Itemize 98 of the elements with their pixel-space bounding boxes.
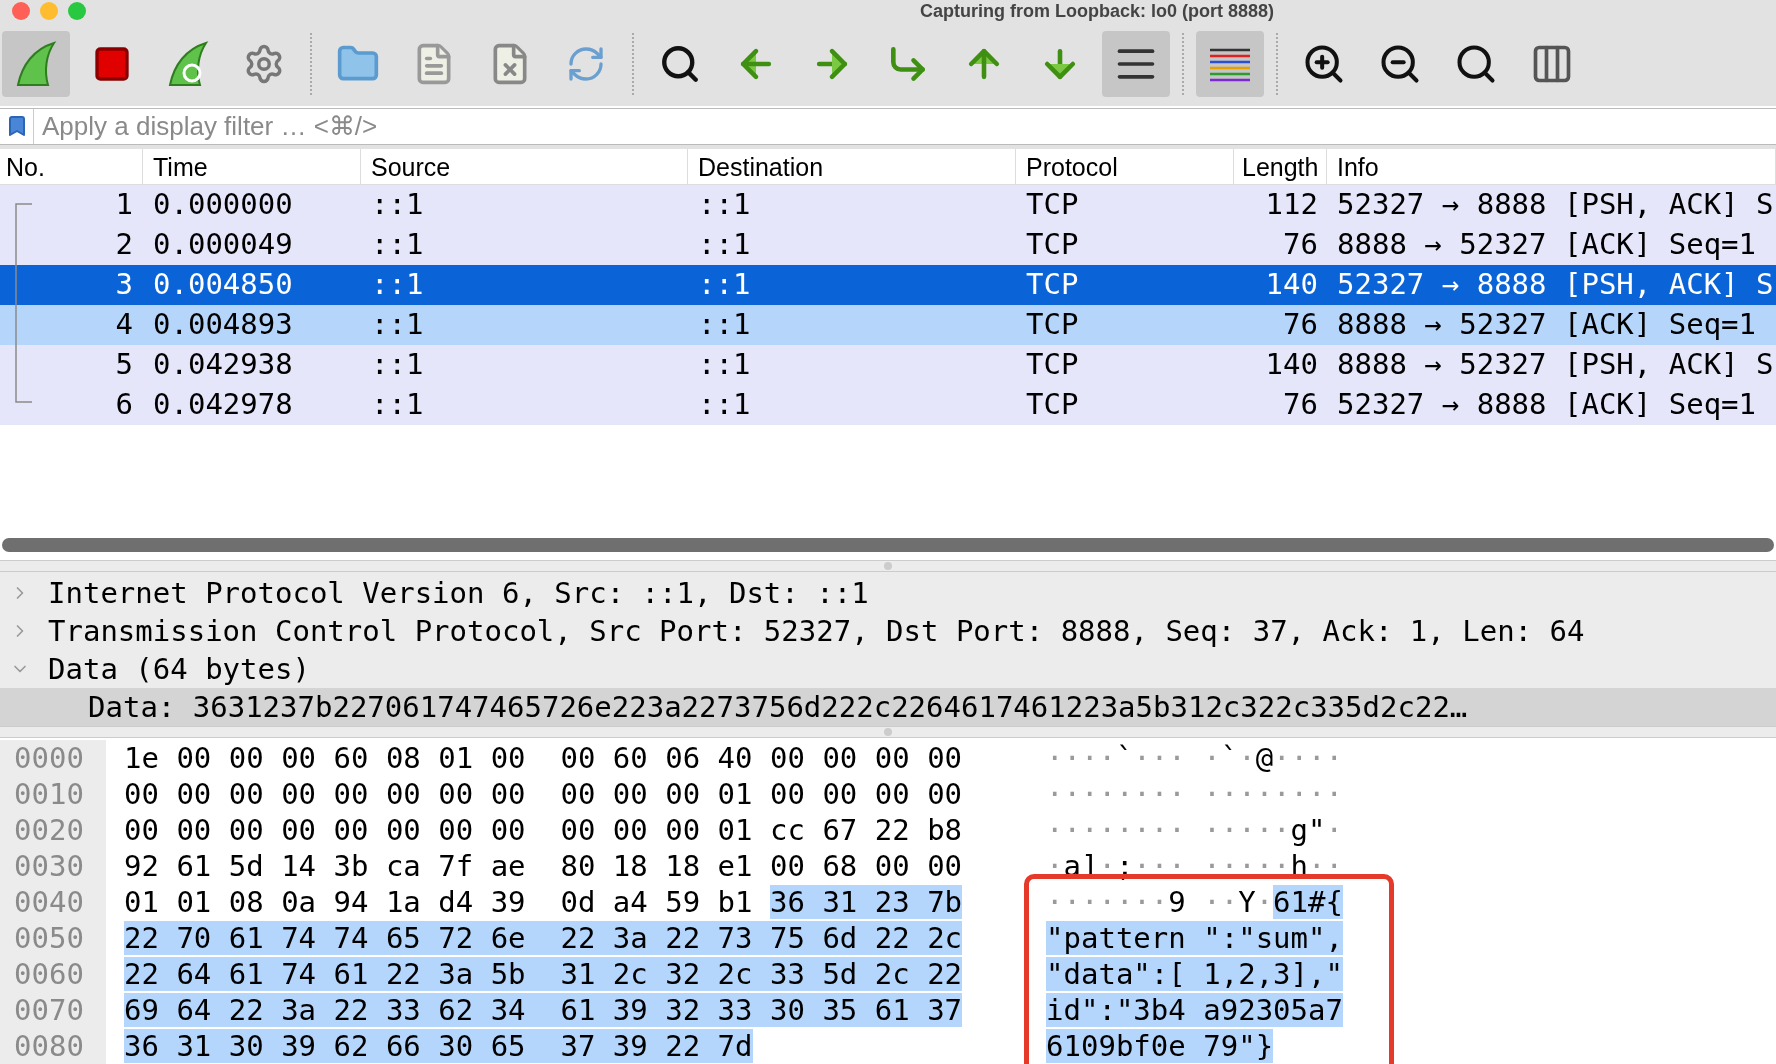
table-cell-text: 4 [114,306,134,344]
table-cell-text: ::1 [697,186,752,224]
table-cell-text: 140 [1264,266,1319,304]
offset-label: 0060 [14,956,85,992]
display-filter-field[interactable]: Apply a display filter … <⌘/> [34,108,1776,145]
ascii-text: "data":[ 1,2,3]," [1046,956,1343,992]
hex-bytes: 1e 00 00 00 60 08 01 00 00 60 06 40 00 00 00 00 [124,740,963,776]
ascii-text: "pattern ":"sum", [1046,920,1343,956]
column-header[interactable]: Protocol [1016,149,1234,184]
table-cell-text: 52327 → 8888 [PSH, ACK] S [1336,186,1775,224]
tree-item-text: Data (64 bytes) [47,651,310,689]
table-cell-text: TCP [1025,346,1080,384]
table-cell-text: 8888 → 52327 [PSH, ACK] S [1336,346,1775,384]
tree-item[interactable]: Transmission Control Protocol, Src Port: 52327, Dst Port: 8888, Seq: 37, Ack: 1, Len: 64 [0,612,1776,651]
shark-fin-icon [14,40,58,87]
packet-row[interactable]: 1 0.000000 ::1 ::1 TCP 112 52327 → 8888 [PSH, ACK] S [0,185,1776,225]
close-window-icon[interactable] [12,1,30,20]
table-cell-text: ::1 [697,226,752,264]
table-cell-text: ::1 [370,346,425,384]
table-cell-text: 0.042938 [152,346,294,384]
column-header[interactable]: Source [361,149,688,184]
table-cell-text: 0.004850 [152,266,294,304]
window-title: Capturing from Loopback: lo0 (port 8888) [920,0,1275,22]
hex-bytes: 92 61 5d 14 3b ca 7f ae 80 18 18 e1 00 68 00 00 [124,848,963,884]
table-cell-text: 112 [1264,186,1319,224]
table-cell-text: 0.004893 [152,306,294,344]
tree-item[interactable]: Data: 3631237b227061747465726e223a2273756d222c2264617461223a5b312c322c335d2c22… [0,688,1776,727]
table-cell-text: 0.042978 [152,386,294,424]
table-cell-text: ::1 [697,346,752,384]
hex-bytes: 22 70 61 74 74 65 72 6e 22 3a 22 73 75 6d 22 2c [124,920,963,956]
table-cell-text: ::1 [370,186,425,224]
restart-fin-icon [166,40,210,87]
ascii-text: id":"3b4 a92305a7 [1046,992,1343,1028]
offset-label: 0070 [14,992,85,1028]
table-cell-text: 76 [1282,306,1319,344]
table-cell-text: ::1 [370,306,425,344]
tree-item-text: Internet Protocol Version 6, Src: ::1, Dst: ::1 [47,575,869,613]
offset-label: 0080 [14,1028,85,1064]
table-cell-text: ::1 [370,386,425,424]
table-cell-text: 0.000049 [152,226,294,264]
toolbar-button[interactable] [1102,30,1170,97]
table-cell-text: 52327 → 8888 [PSH, ACK] S [1336,266,1775,304]
ascii-text: 6109bf0e 79"} [1046,1028,1274,1064]
horizontal-scrollbar[interactable] [2,538,1774,553]
ascii-text: ········ ·····g"· [1046,812,1343,848]
tree-item-text: Transmission Control Protocol, Src Port: 52327, Dst Port: 8888, Seq: 37, Ack: 1, Len: 64 [47,613,1585,651]
table-cell-text: ::1 [370,226,425,264]
ascii-text: ········ ········ [1046,776,1343,812]
column-header[interactable]: Length [1234,149,1327,184]
table-cell-text: 0.000000 [152,186,294,224]
table-cell-text: 8888 → 52327 [ACK] Seq=1 [1336,306,1758,344]
packet-row[interactable]: 6 0.042978 ::1 ::1 TCP 76 52327 → 8888 [ACK] Seq=1 [0,385,1776,425]
table-cell-text: 140 [1264,346,1319,384]
zoom-window-icon[interactable] [68,1,86,20]
hex-bytes: 22 64 61 74 61 22 3a 5b 31 2c 32 2c 33 5d 2c 22 [124,956,963,992]
column-header[interactable]: Info [1327,149,1776,184]
table-cell-text: TCP [1025,186,1080,224]
table-cell-text: 6 [114,386,134,424]
packet-row[interactable]: 2 0.000049 ::1 ::1 TCP 76 8888 → 52327 [ACK] Seq=1 [0,225,1776,265]
table-cell-text: 1 [114,186,134,224]
offset-label: 0020 [14,812,85,848]
packet-row[interactable]: 5 0.042938 ::1 ::1 TCP 140 8888 → 52327 [PSH, ACK] S [0,345,1776,385]
ascii-text: ····`··· ·`·@···· [1046,740,1343,776]
table-cell-text: TCP [1025,266,1080,304]
tree-item[interactable]: Data (64 bytes) [0,650,1776,689]
table-cell-text: 5 [114,346,134,384]
hex-bytes: 00 00 00 00 00 00 00 00 00 00 00 01 cc 67 22 b8 [124,812,963,848]
offset-label: 0030 [14,848,85,884]
tree-item[interactable]: Internet Protocol Version 6, Src: ::1, Dst: ::1 [0,574,1776,613]
table-cell-text: 76 [1282,386,1319,424]
table-cell-text: ::1 [697,266,752,304]
table-cell-text: 2 [114,226,134,264]
splitter-handle[interactable] [884,728,892,737]
column-header[interactable]: No. [0,149,143,184]
offset-label: 0000 [14,740,85,776]
offset-label: 0010 [14,776,85,812]
hex-bytes: 00 00 00 00 00 00 00 00 00 00 00 01 00 00 00 00 [124,776,963,812]
table-cell-text: 76 [1282,226,1319,264]
table-cell-text: ::1 [697,306,752,344]
table-cell-text: ::1 [370,266,425,304]
offset-label: 0050 [14,920,85,956]
packet-row[interactable]: 3 0.004850 ::1 ::1 TCP 140 52327 → 8888 [PSH, ACK] S [0,265,1776,305]
hex-bytes: 69 64 22 3a 22 33 62 34 61 39 32 33 30 35 61 37 [124,992,963,1028]
hex-bytes: 36 31 30 39 62 66 30 65 37 39 22 7d [124,1028,753,1064]
table-cell-text: 3 [114,266,134,304]
table-cell-text: TCP [1025,306,1080,344]
splitter-handle[interactable] [884,562,892,571]
table-cell-text: 8888 → 52327 [ACK] Seq=1 [1336,226,1758,264]
packet-row[interactable]: 4 0.004893 ::1 ::1 TCP 76 8888 → 52327 [ACK] Seq=1 [0,305,1776,345]
table-cell-text: TCP [1025,226,1080,264]
hex-bytes: 01 01 08 0a 94 1a d4 39 0d a4 59 b1 36 31 23 7b [124,884,963,920]
table-cell-text: TCP [1025,386,1080,424]
column-header[interactable]: Destination [688,149,1016,184]
offset-label: 0040 [14,884,85,920]
column-header[interactable]: Time [143,149,361,184]
table-cell-text: ::1 [697,386,752,424]
ascii-text: ·······9 ··Y·61#{ [1046,884,1343,920]
table-cell-text: 52327 → 8888 [ACK] Seq=1 [1336,386,1758,424]
